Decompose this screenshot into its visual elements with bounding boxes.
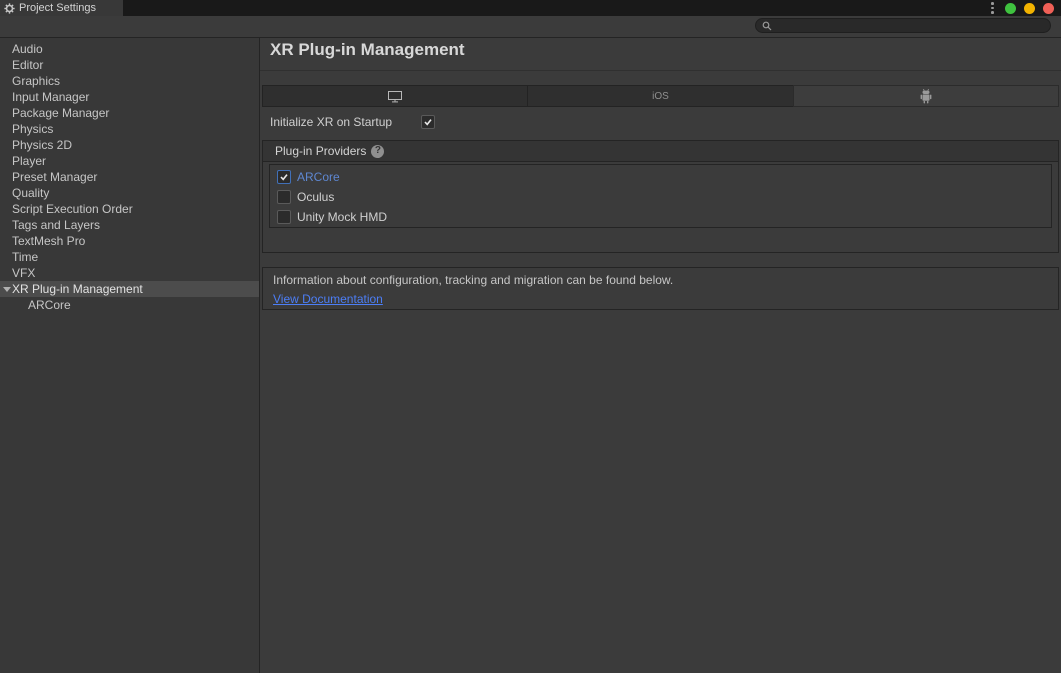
search-input[interactable] — [776, 20, 1044, 32]
sidebar-item-label: Input Manager — [12, 90, 89, 104]
sidebar-item-physics-2d[interactable]: Physics 2D — [0, 137, 259, 153]
sidebar-item-label: Physics — [12, 122, 53, 136]
sidebar-item-label: Player — [12, 154, 46, 168]
sidebar-item-label: Script Execution Order — [12, 202, 133, 216]
provider-label-oculus: Oculus — [297, 190, 334, 204]
provider-row-oculus[interactable]: Oculus — [270, 187, 1051, 207]
provider-label-arcore: ARCore — [297, 170, 340, 184]
sidebar-item-label: Physics 2D — [12, 138, 72, 152]
sidebar-item-audio[interactable]: Audio — [0, 41, 259, 57]
sidebar-item-time[interactable]: Time — [0, 249, 259, 265]
gear-icon — [4, 3, 15, 14]
title-divider — [260, 70, 1061, 71]
titlebar-controls — [988, 0, 1054, 16]
sidebar-item-preset-manager[interactable]: Preset Manager — [0, 169, 259, 185]
sidebar-item-textmesh-pro[interactable]: TextMesh Pro — [0, 233, 259, 249]
sidebar-item-player[interactable]: Player — [0, 153, 259, 169]
tab-android[interactable] — [793, 85, 1059, 107]
unity-mock-hmd-checkbox[interactable] — [277, 210, 291, 224]
sidebar-item-label: VFX — [12, 266, 35, 280]
main-panel: XR Plug-in Management iOS — [260, 38, 1061, 673]
tab-ios[interactable]: iOS — [527, 85, 793, 107]
initialize-xr-label: Initialize XR on Startup — [270, 115, 421, 129]
window-control-green[interactable] — [1005, 3, 1016, 14]
android-icon — [919, 89, 933, 104]
sidebar-item-label: Audio — [12, 42, 43, 56]
plug-in-providers-title: Plug-in Providers — [275, 144, 366, 158]
sidebar-item-label: Tags and Layers — [12, 218, 100, 232]
sidebar-item-script-execution-order[interactable]: Script Execution Order — [0, 201, 259, 217]
sidebar-item-label: ARCore — [28, 298, 71, 312]
sidebar-item-label: XR Plug-in Management — [12, 282, 143, 296]
sidebar-item-label: Editor — [12, 58, 43, 72]
titlebar: Project Settings — [0, 0, 1061, 16]
tab-ios-label: iOS — [652, 91, 669, 102]
sidebar-item-vfx[interactable]: VFX — [0, 265, 259, 281]
providers-list: ARCore Oculus Unity Mock HMD — [269, 164, 1052, 228]
sidebar-item-input-manager[interactable]: Input Manager — [0, 89, 259, 105]
search-icon — [762, 21, 772, 31]
provider-label-unity-mock-hmd: Unity Mock HMD — [297, 210, 387, 224]
toolbar — [0, 16, 1061, 38]
initialize-xr-checkbox[interactable] — [421, 115, 435, 129]
plug-in-providers-box: Plug-in Providers ? ARCore Oculus Unity … — [262, 140, 1059, 253]
window-control-red[interactable] — [1043, 3, 1054, 14]
info-text: Information about configuration, trackin… — [273, 273, 1048, 287]
sidebar-item-physics[interactable]: Physics — [0, 121, 259, 137]
window-tab-project-settings[interactable]: Project Settings — [0, 0, 123, 16]
plug-in-providers-header: Plug-in Providers ? — [263, 141, 1058, 162]
monitor-icon — [387, 90, 403, 103]
sidebar-item-label: Preset Manager — [12, 170, 97, 184]
settings-sidebar: Audio Editor Graphics Input Manager Pack… — [0, 38, 260, 673]
provider-row-unity-mock-hmd[interactable]: Unity Mock HMD — [270, 207, 1051, 227]
sidebar-item-editor[interactable]: Editor — [0, 57, 259, 73]
window-control-yellow[interactable] — [1024, 3, 1035, 14]
sidebar-item-label: Graphics — [12, 74, 60, 88]
sidebar-item-tags-and-layers[interactable]: Tags and Layers — [0, 217, 259, 233]
oculus-checkbox[interactable] — [277, 190, 291, 204]
sidebar-item-quality[interactable]: Quality — [0, 185, 259, 201]
search-box[interactable] — [755, 18, 1051, 33]
kebab-menu-icon[interactable] — [988, 2, 997, 14]
window-tab-label: Project Settings — [19, 2, 96, 14]
arcore-checkbox[interactable] — [277, 170, 291, 184]
sidebar-item-arcore[interactable]: ARCore — [0, 297, 259, 313]
sidebar-item-package-manager[interactable]: Package Manager — [0, 105, 259, 121]
info-box: Information about configuration, trackin… — [262, 267, 1059, 310]
sidebar-item-xr-plug-in-management[interactable]: XR Plug-in Management — [0, 281, 259, 297]
sidebar-item-label: Quality — [12, 186, 49, 200]
provider-row-arcore[interactable]: ARCore — [270, 167, 1051, 187]
sidebar-item-label: TextMesh Pro — [12, 234, 85, 248]
sidebar-item-label: Time — [12, 250, 38, 264]
help-icon[interactable]: ? — [371, 145, 384, 158]
triangle-down-icon[interactable] — [3, 287, 11, 292]
sidebar-item-graphics[interactable]: Graphics — [0, 73, 259, 89]
page-title: XR Plug-in Management — [270, 40, 465, 60]
sidebar-item-label: Package Manager — [12, 106, 109, 120]
tab-desktop[interactable] — [262, 85, 528, 107]
initialize-xr-row: Initialize XR on Startup — [270, 115, 435, 129]
view-documentation-link[interactable]: View Documentation — [273, 292, 383, 306]
platform-tab-bar: iOS — [262, 85, 1059, 107]
